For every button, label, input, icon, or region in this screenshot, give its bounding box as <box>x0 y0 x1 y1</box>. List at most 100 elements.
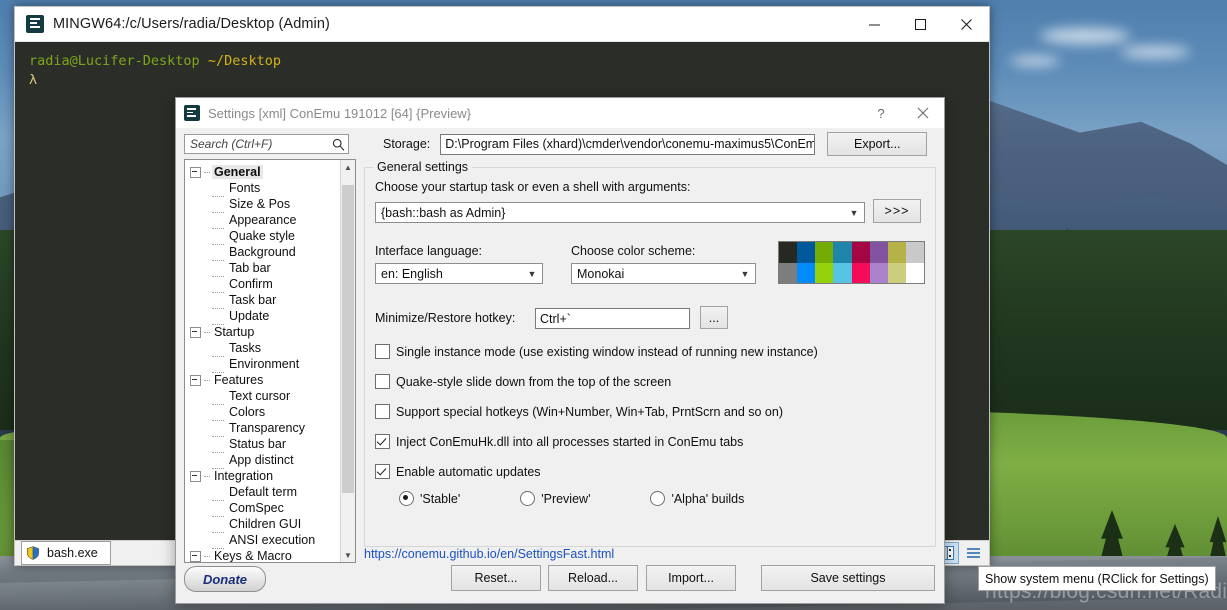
scheme-field-group: Choose color scheme: Monokai ▼ <box>571 244 756 284</box>
export-button[interactable]: Export... <box>827 132 928 156</box>
search-icon <box>332 138 345 151</box>
tree-item-task-bar[interactable]: Task bar <box>190 292 355 309</box>
tree-item-colors[interactable]: Colors <box>190 404 355 421</box>
reload-button[interactable]: Reload... <box>548 565 638 591</box>
terminal-title-bar[interactable]: MINGW64:/c/Users/radia/Desktop (Admin) <box>15 7 989 42</box>
tree-expander-icon[interactable] <box>190 326 201 338</box>
tree-item-label: Tab bar <box>229 261 271 275</box>
tree-item-tasks[interactable]: Tasks <box>190 340 355 357</box>
radio-label: 'Preview' <box>541 491 591 506</box>
storage-path-field[interactable]: D:\Program Files (xhard)\cmder\vendor\co… <box>440 133 816 155</box>
donate-button[interactable]: Donate <box>184 566 266 592</box>
checkbox-row[interactable]: Quake-style slide down from the top of t… <box>375 374 925 389</box>
tree-expander-icon[interactable] <box>190 374 201 386</box>
tree-item-label: Features <box>214 373 264 387</box>
storage-label: Storage: <box>383 137 431 151</box>
hotkey-field[interactable]: Ctrl+` <box>535 308 690 329</box>
checkbox-icon[interactable] <box>375 344 390 359</box>
checkbox-icon[interactable] <box>375 374 390 389</box>
system-menu-tooltip: Show system menu (RClick for Settings) <box>978 566 1216 591</box>
radio-icon[interactable] <box>650 491 666 506</box>
tree-items-container: General Fonts Size & Pos Appearance Quake st… <box>185 160 355 562</box>
tree-item-confirm[interactable]: Confirm <box>190 276 355 293</box>
tree-item-label: Default term <box>229 485 298 499</box>
tree-item-fonts[interactable]: Fonts <box>190 180 355 197</box>
wallpaper-cloud <box>1120 46 1190 58</box>
tree-item-transparency[interactable]: Transparency <box>190 420 355 437</box>
startup-task-more-button[interactable]: >>> <box>873 199 921 223</box>
settings-title-bar[interactable]: Settings [xml] ConEmu 191012 [64] {Previ… <box>176 98 944 129</box>
tree-item-update[interactable]: Update <box>190 308 355 325</box>
tree-item-label: Integration <box>214 469 274 483</box>
tree-item-app-distinct[interactable]: App distinct <box>190 452 355 469</box>
palette-swatch <box>833 242 852 263</box>
hotkey-browse-button[interactable]: ... <box>700 306 728 329</box>
tree-item-label: Tasks <box>229 341 261 355</box>
tree-item-default-term[interactable]: Default term <box>190 484 355 501</box>
scroll-up-icon[interactable]: ▲ <box>341 160 355 174</box>
reset-button[interactable]: Reset... <box>451 565 541 591</box>
tree-item-background[interactable]: Background <box>190 244 355 261</box>
checkbox-icon[interactable] <box>375 404 390 419</box>
checkbox-row[interactable]: Inject ConEmuHk.dll into all processes s… <box>375 434 925 449</box>
tree-item-quake-style[interactable]: Quake style <box>190 228 355 245</box>
radio-option[interactable]: 'Stable' <box>399 491 460 506</box>
search-input[interactable] <box>188 136 332 152</box>
conemu-icon <box>26 15 44 33</box>
startup-task-value: {bash::bash as Admin} <box>381 205 506 220</box>
radio-icon[interactable] <box>520 491 536 506</box>
terminal-tab-bash[interactable]: bash.exe <box>21 541 111 565</box>
checkbox-icon[interactable] <box>375 434 390 449</box>
checkbox-icon[interactable] <box>375 464 390 479</box>
tree-expander-icon[interactable] <box>190 166 201 178</box>
tree-item-text-cursor[interactable]: Text cursor <box>190 388 355 405</box>
startup-task-combobox[interactable]: {bash::bash as Admin} ▼ <box>375 202 865 223</box>
tree-item-environment[interactable]: Environment <box>190 356 355 373</box>
minimize-button[interactable] <box>851 7 897 41</box>
save-settings-button[interactable]: Save settings <box>761 565 935 591</box>
radio-icon[interactable] <box>399 491 414 506</box>
tree-item-label: Children GUI <box>229 517 302 531</box>
tree-item-general[interactable]: General <box>190 164 355 180</box>
palette-swatch <box>851 242 870 263</box>
startup-task-label: Choose your startup task or even a shell… <box>375 180 691 194</box>
maximize-button[interactable] <box>897 7 943 41</box>
tree-expander-icon[interactable] <box>190 470 201 482</box>
radio-option[interactable]: 'Preview' <box>520 491 590 506</box>
checkbox-label: Enable automatic updates <box>396 464 541 479</box>
group-title: General settings <box>373 160 473 174</box>
tree-item-features[interactable]: Features <box>190 372 355 388</box>
checkbox-row[interactable]: Support special hotkeys (Win+Number, Win… <box>375 404 925 419</box>
update-channel-radio-group: 'Stable' 'Preview' 'Alpha' builds <box>375 491 925 506</box>
tree-item-children-gui[interactable]: Children GUI <box>190 516 355 533</box>
checkbox-row[interactable]: Enable automatic updates <box>375 464 925 479</box>
settings-toolbar: Storage: D:\Program Files (xhard)\cmder\… <box>176 129 944 159</box>
tree-item-appearance[interactable]: Appearance <box>190 212 355 229</box>
tree-item-tab-bar[interactable]: Tab bar <box>190 260 355 277</box>
search-field[interactable] <box>184 134 349 154</box>
tree-item-ansi-execution[interactable]: ANSI execution <box>190 532 355 549</box>
language-combobox[interactable]: en: English ▼ <box>375 263 543 284</box>
chevron-down-icon: ▼ <box>849 207 859 218</box>
tree-item-size-pos[interactable]: Size & Pos <box>190 196 355 213</box>
import-button[interactable]: Import... <box>646 565 736 591</box>
close-button[interactable] <box>943 7 989 41</box>
tree-item-label: Environment <box>229 357 300 371</box>
close-icon[interactable] <box>902 98 944 128</box>
tree-item-label: Size & Pos <box>229 197 291 211</box>
settings-category-tree[interactable]: General Fonts Size & Pos Appearance Quake st… <box>184 159 356 563</box>
tree-item-status-bar[interactable]: Status bar <box>190 436 355 453</box>
checkbox-row[interactable]: Single instance mode (use existing windo… <box>375 344 925 359</box>
help-button[interactable]: ? <box>860 98 902 128</box>
tree-item-comspec[interactable]: ComSpec <box>190 500 355 517</box>
scrollbar-thumb[interactable] <box>342 185 354 493</box>
hamburger-menu-button[interactable] <box>961 543 985 563</box>
language-label: Interface language: <box>375 244 483 258</box>
radio-option[interactable]: 'Alpha' builds <box>650 491 744 506</box>
color-scheme-combobox[interactable]: Monokai ▼ <box>571 263 756 284</box>
tree-scrollbar[interactable]: ▲ ▼ <box>340 160 355 562</box>
tree-item-label: Fonts <box>229 181 261 195</box>
palette-swatch <box>779 242 798 263</box>
tree-item-integration[interactable]: Integration <box>190 468 355 484</box>
tree-item-startup[interactable]: Startup <box>190 324 355 340</box>
